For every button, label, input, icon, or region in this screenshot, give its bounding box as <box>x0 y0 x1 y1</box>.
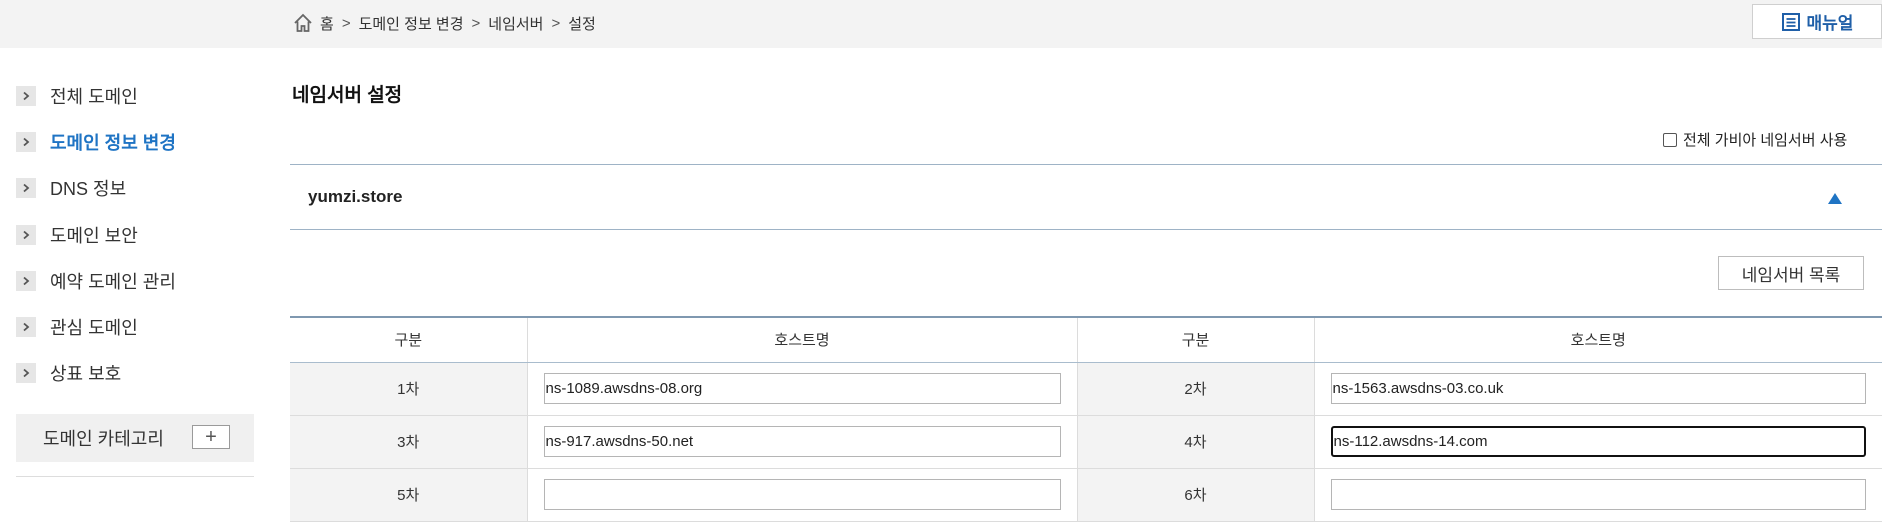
ns-order-label: 2차 <box>1077 362 1315 416</box>
sidebar-item-label: 도메인 정보 변경 <box>50 133 176 153</box>
sidebar-item-all-domains[interactable]: 전체 도메인 <box>16 81 138 111</box>
column-header-hostname: 호스트명 <box>1314 316 1882 363</box>
sidebar-item-label: 도메인 보안 <box>50 226 138 246</box>
breadcrumb-separator: > <box>341 14 351 32</box>
chevron-right-icon <box>16 132 36 152</box>
table-row: 3차 4차 <box>290 415 1882 469</box>
nameserver-5-input[interactable] <box>543 479 1061 510</box>
host-cell <box>527 415 1078 469</box>
host-cell <box>1314 362 1882 416</box>
domain-category-label: 도메인 카테고리 <box>43 429 164 449</box>
host-cell <box>1314 468 1882 522</box>
chevron-right-icon <box>16 317 36 337</box>
nameserver-list-button[interactable]: 네임서버 목록 <box>1718 256 1864 290</box>
chevron-right-icon <box>16 86 36 106</box>
add-category-button[interactable]: + <box>192 425 230 449</box>
ns-order-label: 6차 <box>1077 468 1315 522</box>
column-header-hostname: 호스트명 <box>527 316 1078 363</box>
manual-button-label: 매뉴얼 <box>1806 14 1854 33</box>
ns-order-label: 5차 <box>290 468 528 522</box>
sidebar-item-trademark-protection[interactable]: 상표 보호 <box>16 358 121 388</box>
nameserver-3-input[interactable] <box>543 426 1061 457</box>
top-bar: 홈 > 도메인 정보 변경 > 네임서버 > 설정 매뉴얼 <box>0 0 1882 48</box>
nameserver-4-input[interactable] <box>1330 426 1866 457</box>
domain-category-box: 도메인 카테고리 + <box>16 414 254 462</box>
host-cell <box>527 362 1078 416</box>
sidebar-item-label: 상표 보호 <box>50 364 122 384</box>
sidebar-item-domain-info-change[interactable]: 도메인 정보 변경 <box>16 127 176 157</box>
nameserver-2-input[interactable] <box>1330 373 1866 404</box>
column-header-type: 구분 <box>290 316 528 363</box>
breadcrumb-item-nameserver[interactable]: 네임서버 <box>488 13 543 34</box>
table-row: 5차 6차 <box>290 468 1882 522</box>
breadcrumb-separator: > <box>551 14 561 32</box>
sidebar-item-label: 전체 도메인 <box>50 87 138 107</box>
ns-order-label: 3차 <box>290 415 528 469</box>
breadcrumb-separator: > <box>471 14 481 32</box>
ns-order-label: 4차 <box>1077 415 1315 469</box>
chevron-right-icon <box>16 225 36 245</box>
sidebar-item-dns-info[interactable]: DNS 정보 <box>16 173 126 203</box>
breadcrumb-item-domain-info[interactable]: 도메인 정보 변경 <box>359 13 464 34</box>
document-icon <box>1781 12 1801 32</box>
all-gabia-label[interactable]: 전체 가비아 네임서버 사용 <box>1683 129 1847 150</box>
breadcrumb-item-settings: 설정 <box>568 15 596 33</box>
sidebar-item-domain-security[interactable]: 도메인 보안 <box>16 220 138 250</box>
breadcrumb-item-home[interactable]: 홈 <box>320 13 334 34</box>
column-header-type: 구분 <box>1077 316 1315 363</box>
home-icon[interactable] <box>292 12 314 34</box>
sidebar-item-label: DNS 정보 <box>50 179 127 199</box>
domain-name: yumzi.store <box>308 187 403 206</box>
chevron-right-icon <box>16 363 36 383</box>
ns-order-label: 1차 <box>290 362 528 416</box>
sidebar-divider <box>16 476 254 477</box>
chevron-right-icon <box>16 178 36 198</box>
domain-accordion-header[interactable]: yumzi.store <box>290 164 1882 230</box>
table-row: 1차 2차 <box>290 362 1882 416</box>
table-header-row: 구분 호스트명 구분 호스트명 <box>290 316 1882 363</box>
nameserver-table: 구분 호스트명 구분 호스트명 1차 2차 3차 4차 5차 6차 <box>290 316 1882 522</box>
all-gabia-checkbox[interactable] <box>1663 132 1677 147</box>
nameserver-1-input[interactable] <box>543 373 1061 404</box>
host-cell <box>527 468 1078 522</box>
nameserver-6-input[interactable] <box>1330 479 1866 510</box>
manual-button[interactable]: 매뉴얼 <box>1752 4 1882 39</box>
all-gabia-nameserver-option[interactable]: 전체 가비아 네임서버 사용 <box>1663 129 1847 150</box>
chevron-right-icon <box>16 271 36 291</box>
sidebar-item-reserved-domains[interactable]: 예약 도메인 관리 <box>16 266 176 296</box>
page-title: 네임서버 설정 <box>292 85 403 106</box>
host-cell <box>1314 415 1882 469</box>
sidebar-item-favorite-domains[interactable]: 관심 도메인 <box>16 312 138 342</box>
breadcrumb: 홈 > 도메인 정보 변경 > 네임서버 > 설정 <box>292 12 596 34</box>
sidebar-item-label: 예약 도메인 관리 <box>50 272 176 292</box>
collapse-caret-icon[interactable] <box>1828 193 1842 204</box>
sidebar-item-label: 관심 도메인 <box>50 318 138 338</box>
